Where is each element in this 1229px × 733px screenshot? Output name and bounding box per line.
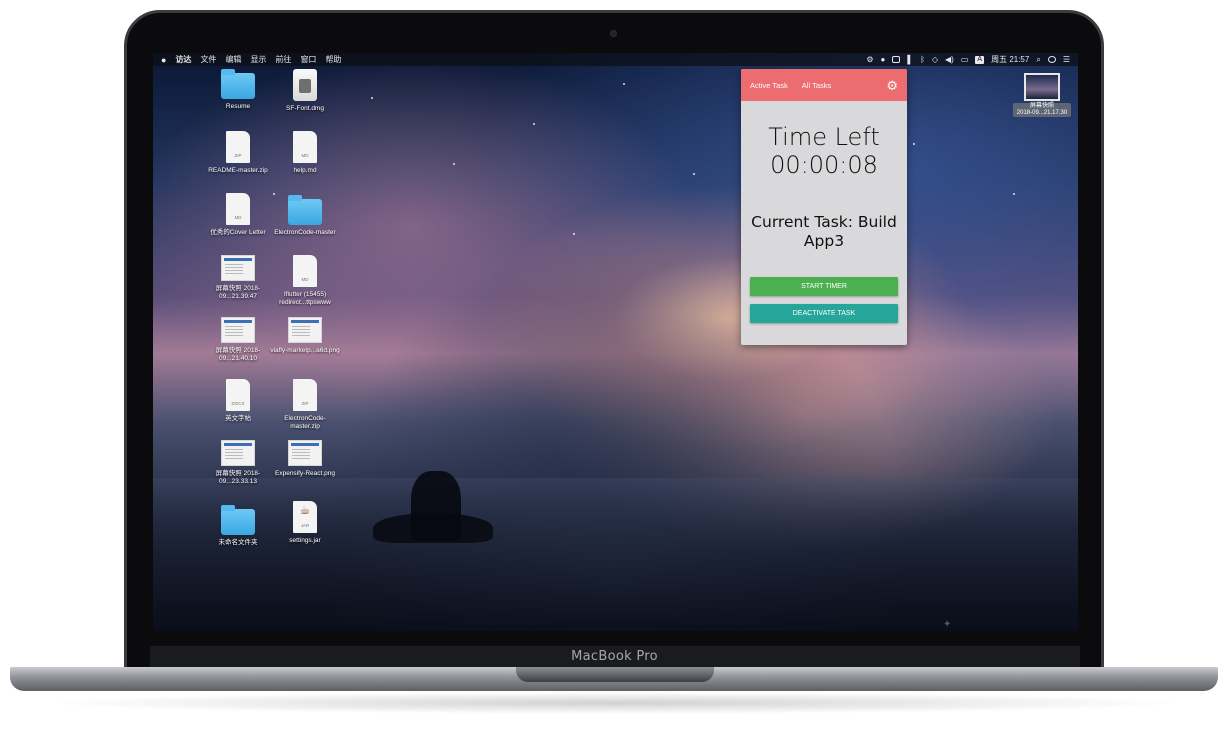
image-thumbnail-icon — [288, 440, 322, 466]
markdown-file-icon: MD — [226, 193, 250, 225]
laptop-notch — [516, 667, 714, 682]
split-icon[interactable]: ▌ — [907, 55, 913, 64]
menu-item-edit[interactable]: 编辑 — [225, 54, 241, 65]
desktop-icon-label: Iflutter (15455) redirect...ttpswww — [279, 291, 331, 306]
folder-icon — [288, 195, 322, 225]
java-archive-icon: JAR — [293, 501, 317, 533]
desktop-icon-screenshot-latest[interactable]: 屏幕快照 2018-09...21.17.30 — [1013, 73, 1071, 117]
deactivate-task-button[interactable]: DEACTIVATE TASK — [750, 304, 898, 323]
volume-icon[interactable]: ◀) — [945, 55, 954, 64]
folder-icon — [221, 69, 255, 99]
spotlight-search-icon[interactable]: ⌕ — [1036, 55, 1040, 65]
desktop-icon-iflutter[interactable]: MD Iflutter (15455) redirect...ttpswww — [270, 255, 340, 307]
markdown-file-icon: MD — [293, 131, 317, 163]
wechat-icon[interactable]: ● — [881, 55, 886, 64]
disk-image-icon — [293, 69, 317, 101]
desktop-icon-electroncode-folder[interactable]: ElectronCode-master — [270, 195, 340, 237]
desktop-icon-electroncode-zip[interactable]: ZIP ElectronCode-master.zip — [270, 379, 340, 431]
laptop-brand-label: MacBook Pro — [571, 649, 658, 664]
window-icon[interactable] — [892, 56, 901, 63]
timer-popup: Active Task All Tasks ⚙ Time Left 00:00:… — [741, 69, 907, 345]
start-timer-button[interactable]: START TIMER — [750, 277, 898, 296]
wifi-icon[interactable]: ◇ — [932, 55, 938, 64]
laptop-shadow — [40, 692, 1190, 714]
menu-item-window[interactable]: 窗口 — [300, 54, 316, 65]
menu-item-finder[interactable]: 访达 — [175, 54, 191, 65]
desktop-icon-screenshot-1[interactable]: 屏幕快照 2018-09...21.39.47 — [203, 255, 273, 301]
desktop-icon-resume[interactable]: Resume — [203, 69, 273, 111]
desktop-icon-screenshot-3[interactable]: 屏幕快照 2018-09...23.33.13 — [203, 440, 273, 486]
desktop-icon-label: 屏幕快照 2018-09...21.40.10 — [215, 347, 261, 362]
desktop-icon-expensify[interactable]: Expensify-React.png — [270, 440, 340, 478]
desktop-icon-screenshot-2[interactable]: 屏幕快照 2018-09...21.40.10 — [203, 317, 273, 363]
status-gear-icon[interactable]: ⚙ — [866, 55, 873, 64]
desktop-icon-sf-font[interactable]: SF-Font.dmg — [270, 69, 340, 113]
zip-file-icon: ZIP — [226, 131, 250, 163]
desktop-icon-label: settings.jar — [289, 537, 321, 544]
menu-item-help[interactable]: 帮助 — [325, 54, 341, 65]
desktop-icon-label: Expensify-React.png — [275, 470, 335, 477]
desktop-icon-readme-zip[interactable]: ZIP README-master.zip — [203, 131, 273, 175]
image-thumbnail-icon — [221, 317, 255, 343]
desktop-icon-untitled-folder[interactable]: 未命名文件夹 — [203, 505, 273, 547]
figure-silhouette — [411, 471, 461, 541]
time-left-title: Time Left 00:00:08 — [741, 123, 907, 179]
desktop-icon-viafly[interactable]: viafly-marketp...a6d.png — [270, 317, 340, 355]
image-thumbnail-icon — [1024, 73, 1060, 101]
input-source-badge[interactable]: A — [975, 55, 985, 64]
desktop-icon-label: SF-Font.dmg — [286, 105, 324, 112]
image-thumbnail-icon — [288, 317, 322, 343]
desktop-icon-settings-jar[interactable]: JAR settings.jar — [270, 501, 340, 545]
battery-icon[interactable]: ▭ — [961, 55, 969, 64]
clock[interactable]: 周五 21:57 — [991, 54, 1029, 65]
image-thumbnail-icon — [221, 255, 255, 281]
folder-icon — [221, 505, 255, 535]
desktop-icon-label: viafly-marketp...a6d.png — [270, 347, 340, 354]
watermark: ✦ — [943, 619, 952, 630]
notification-center-icon[interactable]: ☰ — [1063, 55, 1070, 64]
menu-bar: ● 访达 文件 编辑 显示 前往 窗口 帮助 ⚙ ● ▌ ᛒ ◇ ◀) ▭ A … — [153, 53, 1078, 66]
desktop-icon-help-md[interactable]: MD help.md — [270, 131, 340, 175]
docx-file-icon: DOCX — [226, 379, 250, 411]
menu-item-file[interactable]: 文件 — [200, 54, 216, 65]
bluetooth-icon[interactable]: ᛒ — [920, 55, 925, 64]
image-thumbnail-icon — [221, 440, 255, 466]
desktop-icon-label: 优秀的Cover Letter — [210, 229, 266, 236]
desktop-icon-english-copybook[interactable]: DOCX 英文字帖 — [203, 379, 273, 423]
markdown-file-icon: MD — [293, 255, 317, 287]
tab-active-task[interactable]: Active Task — [750, 81, 788, 90]
tab-all-tasks[interactable]: All Tasks — [802, 81, 831, 90]
gear-icon[interactable]: ⚙ — [886, 79, 898, 92]
desktop-icon-label: 英文字帖 — [225, 415, 251, 422]
menu-item-view[interactable]: 显示 — [250, 54, 266, 65]
current-task-label: Current Task: Build App3 — [751, 213, 897, 250]
camera — [610, 30, 617, 37]
menu-item-go[interactable]: 前往 — [275, 54, 291, 65]
zip-file-icon: ZIP — [293, 379, 317, 411]
desktop-icon-cover-letter[interactable]: MD 优秀的Cover Letter — [203, 193, 273, 237]
popup-header: Active Task All Tasks ⚙ — [741, 69, 907, 101]
desktop-icon-label: README-master.zip — [208, 167, 268, 174]
desktop-icon-label: help.md — [293, 167, 317, 174]
desktop-icon-label: ElectronCode-master — [274, 229, 336, 236]
desktop-icon-label: Resume — [225, 103, 251, 110]
apple-menu-icon[interactable]: ● — [161, 55, 166, 65]
siri-icon[interactable] — [1047, 56, 1056, 63]
time-left-label: Time Left — [768, 123, 880, 151]
desktop-icon-label: 屏幕快照 2018-09...23.33.13 — [215, 470, 261, 485]
desktop-icon-label: 屏幕快照 2018-09...21.39.47 — [215, 285, 261, 300]
desktop-icon-label: ElectronCode-master.zip — [284, 415, 326, 430]
desktop-screen: ✦ ● 访达 文件 编辑 显示 前往 窗口 帮助 ⚙ ● ▌ ᛒ ◇ ◀) ▭ … — [153, 53, 1078, 631]
desktop-icon-label: 屏幕快照 2018-09...21.17.30 — [1013, 103, 1071, 117]
countdown-value: 00:00:08 — [770, 151, 878, 179]
desktop-icon-label: 未命名文件夹 — [218, 539, 258, 546]
